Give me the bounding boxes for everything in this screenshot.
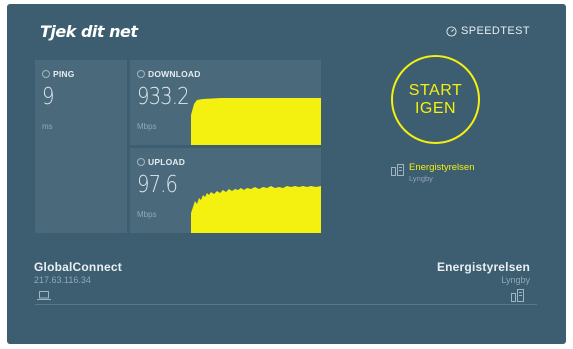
ping-header: PING — [42, 69, 75, 79]
speedtest-label: SPEEDTEST — [460, 25, 530, 37]
laptop-icon — [37, 291, 51, 300]
start-label-line1: START — [408, 81, 463, 99]
server-icon — [391, 164, 404, 176]
start-again-button[interactable]: START IGEN — [391, 55, 480, 144]
gauge-icon — [446, 25, 457, 37]
server-city: Lyngby — [409, 174, 433, 183]
connection-line — [35, 304, 537, 305]
speedtest-link[interactable]: SPEEDTEST — [446, 25, 530, 37]
download-unit: Mbps — [137, 122, 157, 131]
upload-icon — [137, 158, 145, 166]
isp-info: GlobalConnect 217.63.116.34 — [34, 260, 122, 285]
ping-label: PING — [53, 69, 75, 79]
ping-icon — [42, 70, 50, 78]
app-logo[interactable]: Tjek dit net — [40, 22, 138, 41]
download-value: 933.2 — [137, 84, 190, 110]
destination-city: Lyngby — [501, 275, 530, 285]
start-label-line2: IGEN — [414, 99, 457, 117]
upload-panel: UPLOAD 97.6 Mbps — [130, 148, 321, 233]
server-name: Energistyrelsen — [409, 162, 475, 173]
server-selector[interactable]: Energistyrelsen Lyngby — [391, 162, 474, 183]
upload-graph — [191, 186, 321, 233]
ping-panel: PING 9 ms — [35, 60, 127, 233]
download-icon — [137, 70, 145, 78]
ping-unit: ms — [42, 122, 53, 131]
ping-value: 9 — [42, 84, 54, 110]
download-panel: DOWNLOAD 933.2 Mbps — [130, 60, 321, 145]
isp-name: GlobalConnect — [34, 260, 122, 274]
speedtest-frame: Tjek dit net SPEEDTEST PING 9 ms DOWNLOA… — [7, 4, 566, 344]
download-label: DOWNLOAD — [148, 69, 201, 79]
upload-header: UPLOAD — [137, 157, 185, 167]
server-icon — [511, 289, 524, 302]
upload-unit: Mbps — [137, 210, 157, 219]
upload-value: 97.6 — [137, 172, 178, 198]
destination-name: Energistyrelsen — [436, 260, 530, 274]
upload-label: UPLOAD — [148, 157, 186, 167]
ip-address: 217.63.116.34 — [34, 275, 91, 285]
download-graph — [191, 98, 321, 145]
destination-info: Energistyrelsen Lyngby — [437, 260, 530, 285]
download-header: DOWNLOAD — [137, 69, 201, 79]
